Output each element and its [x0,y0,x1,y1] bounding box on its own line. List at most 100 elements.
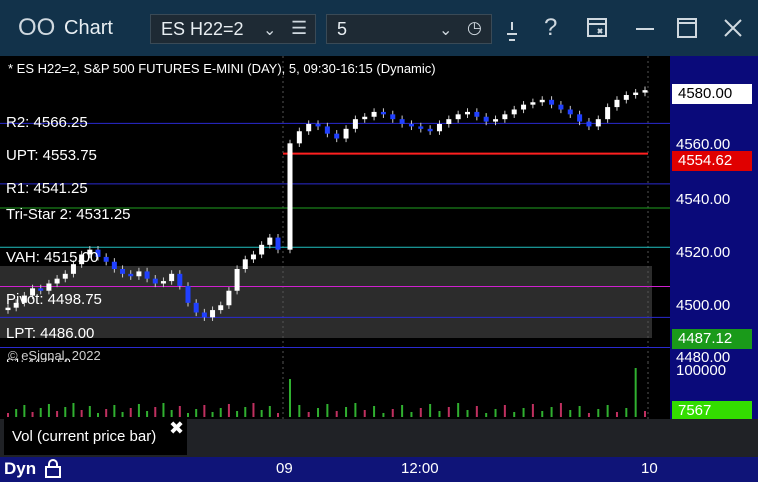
minimize-icon[interactable] [636,28,656,32]
dyn-label[interactable]: Dyn [4,459,36,479]
study-bar: Vol (current price bar) ✖ [0,418,758,457]
volume-bar [252,403,255,417]
candle-body [334,133,340,139]
interval-value: 5 [337,19,348,39]
volume-bar [187,413,189,417]
candle-body [605,107,611,120]
candle-body [549,99,555,105]
link-icon[interactable] [504,20,520,42]
candle-body [177,273,183,286]
level-label-pivot: Pivot: 4498.75 [6,291,102,308]
axis-tick: 4500.00 [676,297,731,314]
volume-bar [550,407,553,417]
candle-body [493,119,499,122]
volume-bar [39,408,42,417]
volume-bar [363,410,366,417]
volume-bar [606,405,609,417]
volume-bar [317,408,320,417]
volume-bar [268,406,271,417]
volume-bar [447,407,450,417]
candle-body [465,111,470,115]
candle-body [352,119,358,129]
candle-body [128,273,134,277]
candle-body [62,273,68,279]
close-icon[interactable] [722,17,744,39]
volume-study-tab[interactable]: Vol (current price bar) [4,419,187,455]
maximize-icon[interactable] [676,17,698,39]
list-icon[interactable]: ☰ [291,18,307,39]
volume-bar [227,404,230,417]
candle-body [201,312,207,318]
volume-bar [289,379,291,417]
volume-bar [203,405,206,417]
volume-bar [97,413,99,417]
volume-bar [260,410,263,417]
volume-bar [382,413,385,417]
symbol-combobox[interactable]: ES H22=2 ⌄ ☰ [150,14,316,44]
candle-body [474,111,480,117]
candle-body [567,109,573,115]
time-label: 12:00 [401,460,439,477]
volume-bar [326,404,329,417]
volume-bar [178,406,181,417]
volume-bar [72,403,75,417]
close-study-icon[interactable]: ✖ [169,418,184,439]
candle-body [287,143,293,250]
copyright-text: © eSignal, 2022 [8,348,101,363]
level-label-upt: UPT: 4553.75 [6,147,97,164]
help-icon[interactable]: ? [544,14,557,42]
candle-body [169,273,175,282]
volume-bar [219,408,222,417]
volume-bar [146,411,149,417]
interval-combobox[interactable]: 5 ⌄ ◷ [326,14,492,44]
candle-body [315,124,321,127]
volume-bar [31,412,34,417]
layout-icon[interactable] [586,16,610,40]
upt-price-box: 4554.62 [672,151,752,171]
volume-bar [559,403,562,417]
chevron-down-icon[interactable]: ⌄ [263,20,276,40]
volume-bar [457,403,460,417]
volume-bar [7,413,9,417]
volume-study-label: Vol (current price bar) [12,428,157,445]
candle-body [362,116,368,120]
window-title: Chart [64,17,113,39]
volume-bar [522,408,525,417]
candle-body [642,90,648,93]
lock-icon[interactable] [44,459,62,479]
volume-bar [88,406,91,417]
volume-bar [419,408,422,417]
volume-bar [170,410,173,417]
window-titlebar: OO Chart ES H22=2 ⌄ ☰ 5 ⌄ ◷ ? [0,0,758,56]
candle-body [5,307,11,311]
candle-body [193,302,199,313]
candle-body [46,283,52,291]
volume-bar [47,404,50,417]
volume-bar [475,406,478,417]
candle-body [390,114,396,120]
candle-body [210,310,216,318]
volume-bar [644,411,646,417]
candle-body [446,119,452,124]
volume-bar [236,411,239,417]
axis-tick: 4540.00 [676,191,731,208]
volume-bar [597,409,600,417]
candle-body [408,124,414,127]
volume-panel[interactable] [0,362,670,419]
green-price-box: 4487.12 [672,329,752,349]
chevron-down-icon[interactable]: ⌄ [439,20,452,40]
volume-bar [15,409,18,417]
volume-bar [335,411,338,417]
candle-body [324,126,330,134]
candle-body [296,131,302,144]
level-label-r2: R2: 4566.25 [6,114,88,131]
volume-axis-tick: 100000 [676,362,727,379]
volume-bar [162,403,165,417]
volume-bar [438,411,441,417]
volume-bar [494,409,497,417]
volume-bar [129,408,132,417]
volume-bar [373,406,376,417]
volume-bar [531,404,534,417]
last-price-box: 4580.00 [672,84,752,104]
clock-icon[interactable]: ◷ [467,18,482,38]
